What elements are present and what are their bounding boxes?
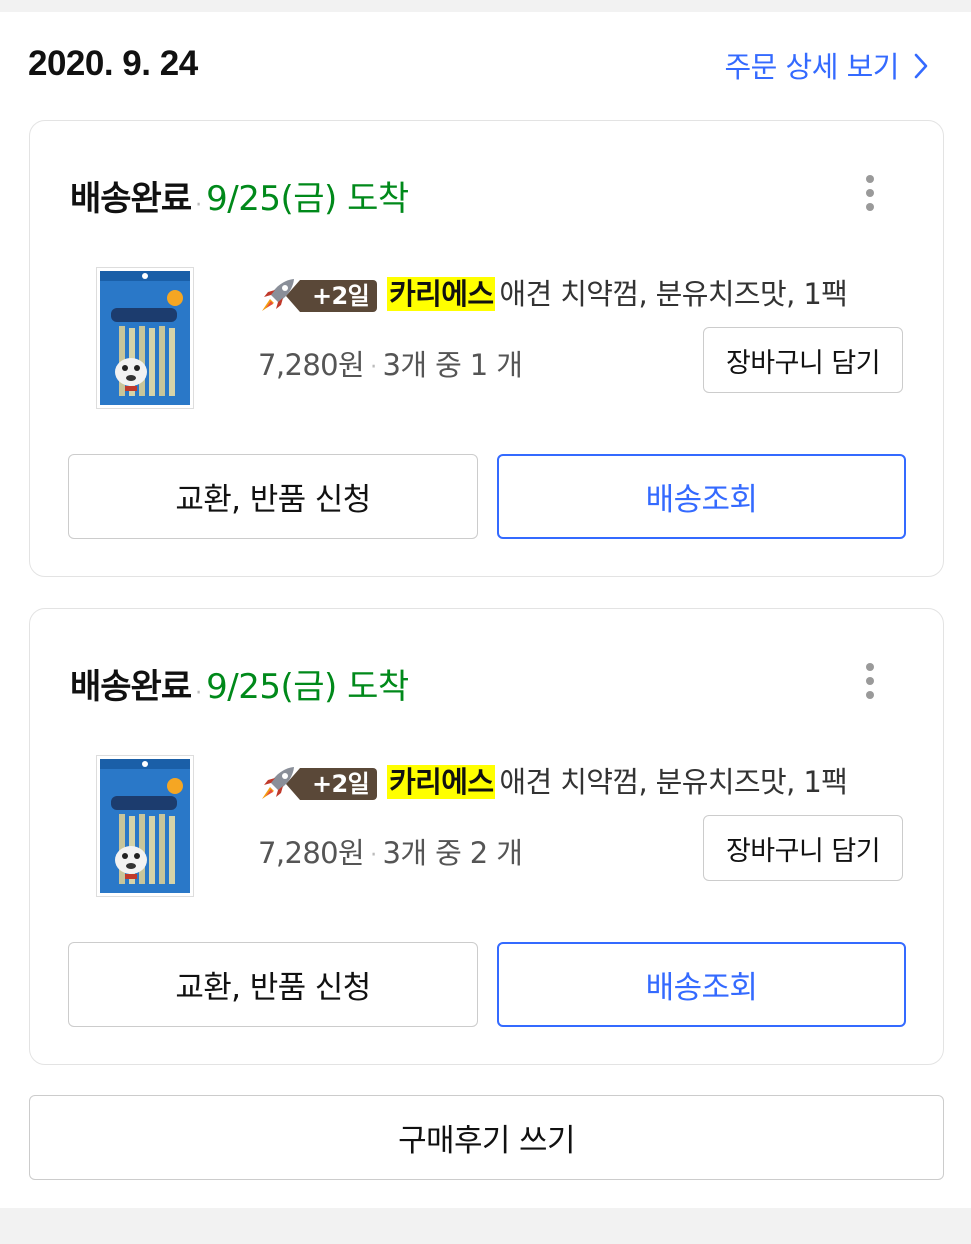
- separator-dot: ·: [195, 193, 203, 218]
- product-price: 7,280원: [258, 836, 365, 870]
- track-delivery-button[interactable]: 배송조회: [497, 942, 906, 1027]
- product-thumbnail[interactable]: [96, 755, 194, 897]
- order-date: 2020. 9. 24: [28, 44, 198, 83]
- more-vertical-icon[interactable]: [855, 171, 885, 215]
- add-to-cart-button[interactable]: 장바구니 담기: [703, 815, 903, 881]
- add-to-cart-button[interactable]: 장바구니 담기: [703, 327, 903, 393]
- order-detail-link[interactable]: 주문 상세 보기: [724, 44, 929, 87]
- chevron-right-icon: [913, 52, 929, 87]
- delivery-badge: +2일: [285, 768, 378, 800]
- order-item-card: 배송완료 · 9/25(금) 도착 +2일 카리에스 애견 치약껌, 분유치즈맛…: [29, 120, 944, 577]
- price-row: 7,280원 · 3개 중 1 개: [258, 342, 523, 384]
- product-thumbnail[interactable]: [96, 267, 194, 409]
- separator-dot: ·: [370, 842, 377, 868]
- product-brand: 카리에스: [387, 277, 496, 311]
- more-vertical-icon[interactable]: [855, 659, 885, 703]
- arrival-date: 9/25(금) 도착: [206, 667, 409, 707]
- delivery-status: 배송완료: [70, 667, 192, 707]
- product-name: 애견 치약껌, 분유치즈맛, 1팩: [499, 765, 848, 799]
- delivery-status-row: 배송완료 · 9/25(금) 도착: [70, 171, 409, 219]
- delivery-badge: +2일: [285, 280, 378, 312]
- product-brand: 카리에스: [387, 765, 496, 799]
- product-title-row[interactable]: +2일 카리에스 애견 치약껌, 분유치즈맛, 1팩: [256, 271, 848, 312]
- order-item-card: 배송완료 · 9/25(금) 도착 +2일 카리에스 애견 치약껌, 분유치즈맛…: [29, 608, 944, 1065]
- order-header: 2020. 9. 24 주문 상세 보기: [28, 44, 943, 84]
- delivery-status-row: 배송완료 · 9/25(금) 도착: [70, 659, 409, 707]
- product-price: 7,280원: [258, 348, 365, 382]
- order-detail-label: 주문 상세 보기: [724, 50, 899, 84]
- arrival-date: 9/25(금) 도착: [206, 179, 409, 219]
- order-page: 2020. 9. 24 주문 상세 보기 배송완료 · 9/25(금) 도착 +…: [0, 12, 971, 1208]
- product-quantity: 3개 중 1 개: [382, 348, 523, 382]
- product-name: 애견 치약껌, 분유치즈맛, 1팩: [499, 277, 848, 311]
- exchange-return-button[interactable]: 교환, 반품 신청: [68, 942, 478, 1027]
- product-title-row[interactable]: +2일 카리에스 애견 치약껌, 분유치즈맛, 1팩: [256, 759, 848, 800]
- separator-dot: ·: [195, 681, 203, 706]
- price-row: 7,280원 · 3개 중 2 개: [258, 830, 523, 872]
- track-delivery-button[interactable]: 배송조회: [497, 454, 906, 539]
- delivery-status: 배송완료: [70, 179, 192, 219]
- separator-dot: ·: [370, 354, 377, 380]
- product-quantity: 3개 중 2 개: [382, 836, 523, 870]
- exchange-return-button[interactable]: 교환, 반품 신청: [68, 454, 478, 539]
- write-review-button[interactable]: 구매후기 쓰기: [29, 1095, 944, 1180]
